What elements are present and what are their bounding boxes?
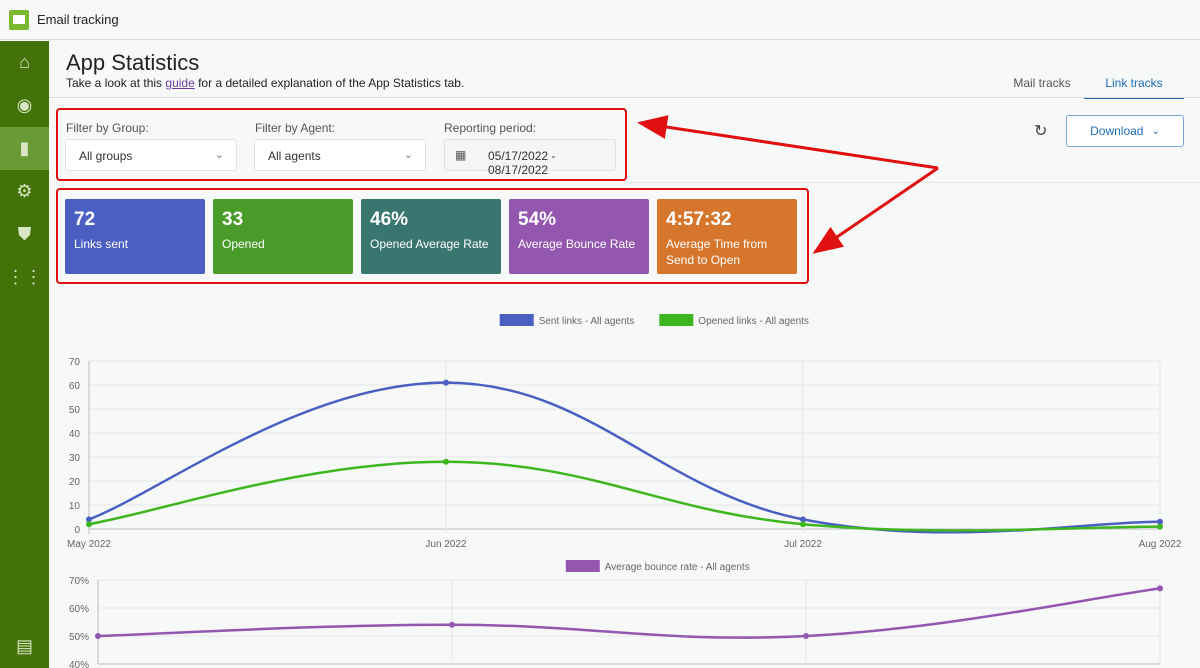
data-point <box>86 521 92 528</box>
charts: 0 10 20 30 40 50 60 70 May 2022 Jun 2022 Jul 2022 A… <box>67 314 1182 668</box>
y-tick-label: 70 <box>69 357 81 368</box>
legend-label: Average bounce rate - All agents <box>605 562 750 573</box>
data-point <box>800 521 806 528</box>
legend-label: Sent links - All agents <box>539 316 635 327</box>
y-tick-label: 70% <box>69 576 89 587</box>
data-point <box>803 633 809 639</box>
legend-swatch <box>565 560 600 572</box>
series-line <box>88 460 1161 532</box>
data-point <box>1157 523 1163 530</box>
data-point <box>95 633 101 639</box>
y-tick-label: 60 <box>69 381 81 392</box>
data-point <box>1157 585 1163 592</box>
y-tick-label: 10 <box>69 501 81 512</box>
series-line <box>97 587 1161 639</box>
x-tick-label: Aug 2022 <box>1139 539 1182 550</box>
y-tick-label: 30 <box>69 453 81 464</box>
y-tick-label: 40 <box>69 429 81 440</box>
legend-swatch <box>499 314 534 326</box>
y-tick-label: 50 <box>69 405 81 416</box>
data-point <box>449 621 455 628</box>
x-tick-label: May 2022 <box>67 539 111 550</box>
data-point <box>443 379 449 386</box>
y-tick-label: 0 <box>74 525 80 536</box>
data-point <box>443 458 449 465</box>
legend-label: Opened links - All agents <box>698 316 809 327</box>
y-tick-label: 20 <box>69 477 81 488</box>
x-tick-label: Jun 2022 <box>425 539 467 550</box>
legend-swatch <box>659 314 694 326</box>
x-tick-label: Jul 2022 <box>784 539 822 550</box>
y-tick-label: 50% <box>69 632 89 643</box>
y-tick-label: 40% <box>69 660 89 668</box>
y-tick-label: 60% <box>69 604 89 615</box>
